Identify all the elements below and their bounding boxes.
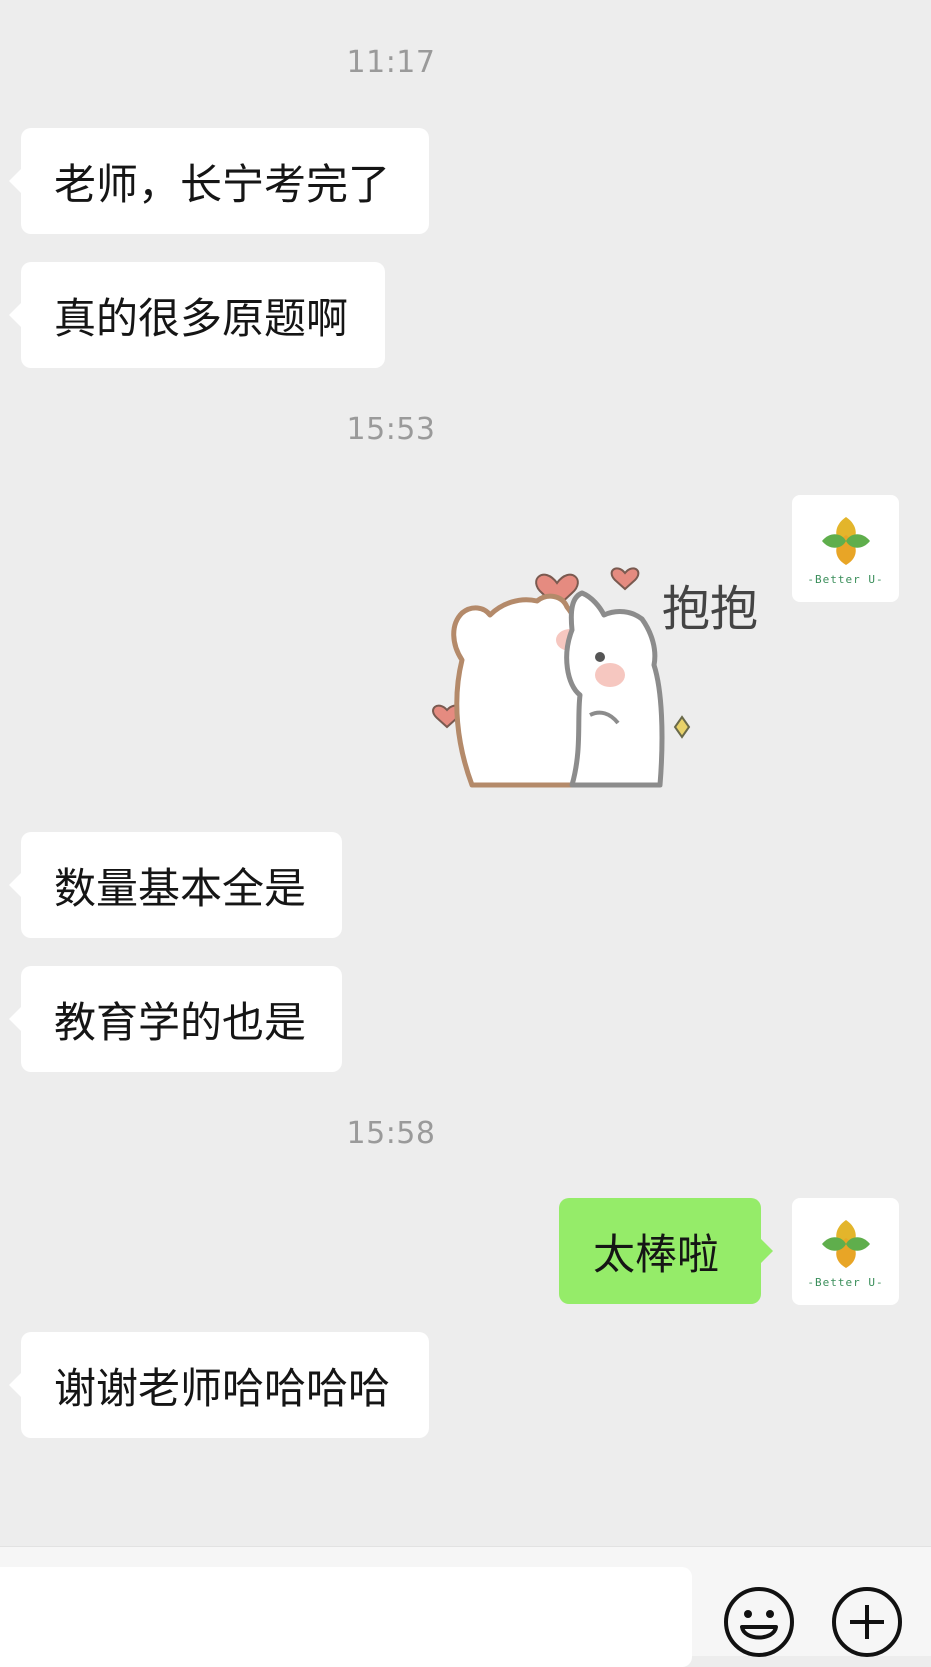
better-u-logo-icon xyxy=(821,1220,870,1268)
message-text: 真的很多原题啊 xyxy=(54,293,349,343)
hug-sticker-image: 抱抱 xyxy=(432,567,758,788)
message-text: 老师，长宁考完了 xyxy=(54,159,391,209)
better-u-logo-icon xyxy=(821,517,870,565)
message-bubble-incoming[interactable]: 谢谢老师哈哈哈哈 xyxy=(9,1332,429,1438)
message-bubble-outgoing[interactable]: 太棒啦 xyxy=(559,1198,773,1304)
message-text: 教育学的也是 xyxy=(54,997,307,1047)
message-input[interactable] xyxy=(0,1567,692,1667)
message-text: 数量基本全是 xyxy=(54,863,307,913)
message-text: 太棒啦 xyxy=(593,1229,720,1279)
avatar-label: -Better U- xyxy=(807,1276,884,1289)
smiley-face-icon[interactable] xyxy=(722,1585,796,1659)
timestamp: 15:53 xyxy=(346,412,436,447)
avatar-label: -Better U- xyxy=(807,573,884,586)
self-avatar[interactable]: -Better U- xyxy=(792,495,899,602)
timestamp: 15:58 xyxy=(346,1116,436,1151)
hug-sticker[interactable]: 抱抱 xyxy=(432,535,772,795)
message-text: 谢谢老师哈哈哈哈 xyxy=(54,1363,391,1413)
plus-circle-icon[interactable] xyxy=(830,1585,904,1659)
message-bubble-incoming[interactable]: 教育学的也是 xyxy=(9,966,342,1072)
self-avatar[interactable]: -Better U- xyxy=(792,1198,899,1305)
input-bar xyxy=(0,1546,931,1667)
message-bubble-incoming[interactable]: 数量基本全是 xyxy=(9,832,342,938)
message-bubble-incoming[interactable]: 真的很多原题啊 xyxy=(9,262,385,368)
sticker-text: 抱抱 xyxy=(662,581,758,637)
message-bubble-incoming[interactable]: 老师，长宁考完了 xyxy=(9,128,429,234)
timestamp: 11:17 xyxy=(346,45,436,80)
